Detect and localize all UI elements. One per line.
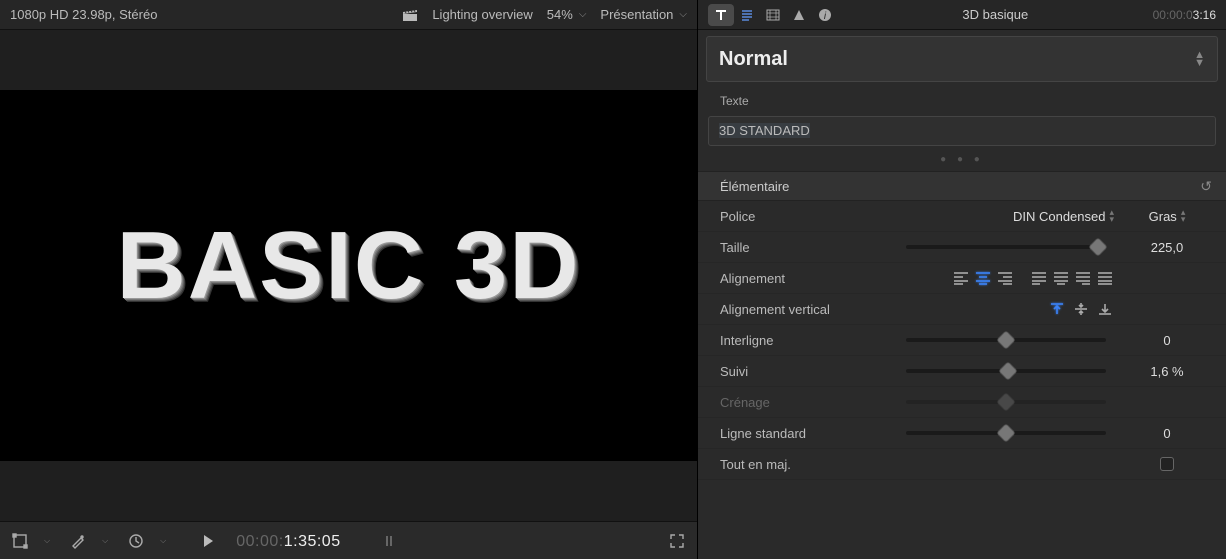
leading-value[interactable]: 0: [1122, 333, 1212, 348]
clapperboard-icon: [402, 8, 418, 22]
format-label: 1080p HD 23.98p, Stéréo: [10, 7, 157, 22]
audio-meter-icon[interactable]: [379, 531, 399, 551]
stepper-icon: ▴▾: [1109, 209, 1114, 223]
param-leading: Interligne 0: [698, 325, 1226, 356]
param-label: Alignement vertical: [720, 302, 890, 317]
param-label: Crénage: [720, 395, 890, 410]
color-tool-icon[interactable]: [68, 531, 88, 551]
param-label: Police: [720, 209, 890, 224]
valign-top-button[interactable]: [1048, 301, 1066, 317]
param-kerning: Crénage: [698, 387, 1226, 418]
baseline-value[interactable]: 0: [1122, 426, 1212, 441]
kerning-slider: [906, 400, 1106, 404]
inspector-header: i 3D basique 00:00:03:16: [698, 0, 1226, 30]
zoom-value: 54%: [547, 7, 573, 22]
align-center-button[interactable]: [974, 270, 992, 286]
viewer-pane: 1080p HD 23.98p, Stéréo Lighting overvie…: [0, 0, 698, 559]
param-vertical-alignment: Alignement vertical: [698, 294, 1226, 325]
font-weight-dropdown[interactable]: Gras ▴▾: [1122, 209, 1212, 224]
stepper-icon: ▴▾: [1181, 209, 1186, 223]
param-label: Suivi: [720, 364, 890, 379]
chevron-down-icon: ⌵: [579, 9, 587, 20]
tracking-value[interactable]: 1,6 %: [1122, 364, 1212, 379]
text-section-label: Texte: [698, 90, 1226, 112]
view-menu[interactable]: Présentation ⌵: [600, 7, 687, 22]
justify-center-button[interactable]: [1052, 270, 1070, 286]
view-menu-label: Présentation: [600, 7, 673, 22]
text-input[interactable]: 3D STANDARD: [708, 116, 1216, 146]
param-tracking: Suivi 1,6 %: [698, 356, 1226, 387]
size-slider[interactable]: [906, 245, 1106, 249]
viewer-footer: ⌵ ⌵ ⌵ 00:00:1:35:05: [0, 521, 697, 559]
param-label: Alignement: [720, 271, 890, 286]
inspector-tabs: i: [708, 4, 838, 26]
tracking-slider[interactable]: [906, 369, 1106, 373]
tab-info[interactable]: i: [812, 4, 838, 26]
justify-full-button[interactable]: [1096, 270, 1114, 286]
inspector-pane: i 3D basique 00:00:03:16 Normal ▲▼ Texte…: [698, 0, 1226, 559]
tab-paragraph[interactable]: [734, 4, 760, 26]
tab-generator[interactable]: [786, 4, 812, 26]
param-alignment: Alignement: [698, 263, 1226, 294]
param-label: Ligne standard: [720, 426, 890, 441]
chevron-down-icon: ⌵: [44, 536, 50, 546]
allcaps-checkbox[interactable]: [1160, 457, 1174, 471]
inspector-title: 3D basique: [846, 7, 1145, 22]
viewer-header: 1080p HD 23.98p, Stéréo Lighting overvie…: [0, 0, 697, 30]
text-value: 3D STANDARD: [719, 123, 810, 138]
viewer-canvas[interactable]: BASIC 3D: [0, 30, 697, 521]
retime-tool-icon[interactable]: [126, 531, 146, 551]
size-value[interactable]: 225,0: [1122, 240, 1212, 255]
valign-middle-button[interactable]: [1072, 301, 1090, 317]
param-allcaps: Tout en maj.: [698, 449, 1226, 480]
chevron-down-icon: ⌵: [160, 536, 166, 546]
valign-bottom-button[interactable]: [1096, 301, 1114, 317]
canvas-3d-title: BASIC 3D: [116, 211, 580, 321]
group-header-basic[interactable]: Élémentaire ↺: [698, 171, 1226, 201]
stepper-icon: ▲▼: [1194, 51, 1205, 67]
transform-tool-icon[interactable]: [10, 531, 30, 551]
param-label: Tout en maj.: [720, 457, 890, 472]
inspector-duration: 00:00:03:16: [1153, 8, 1216, 22]
param-list: Police DIN Condensed ▴▾ Gras ▴▾ Taille: [698, 201, 1226, 480]
param-label: Interligne: [720, 333, 890, 348]
param-label: Taille: [720, 240, 890, 255]
justify-left-button[interactable]: [1030, 270, 1048, 286]
param-font: Police DIN Condensed ▴▾ Gras ▴▾: [698, 201, 1226, 232]
play-button[interactable]: [198, 531, 218, 551]
align-right-button[interactable]: [996, 270, 1014, 286]
param-baseline: Ligne standard 0: [698, 418, 1226, 449]
fullscreen-icon[interactable]: [667, 531, 687, 551]
tab-video[interactable]: [760, 4, 786, 26]
param-size: Taille 225,0: [698, 232, 1226, 263]
align-left-button[interactable]: [952, 270, 970, 286]
text-style-preset[interactable]: Normal ▲▼: [706, 36, 1218, 82]
baseline-slider[interactable]: [906, 431, 1106, 435]
clip-name[interactable]: Lighting overview: [432, 7, 532, 22]
justify-right-button[interactable]: [1074, 270, 1092, 286]
resize-handle-icon[interactable]: ● ● ●: [698, 152, 1226, 171]
chevron-down-icon: ⌵: [102, 536, 108, 546]
style-name: Normal: [719, 48, 788, 71]
playhead-timecode[interactable]: 00:00:1:35:05: [236, 531, 340, 551]
font-family-dropdown[interactable]: DIN Condensed ▴▾: [898, 209, 1114, 224]
group-name: Élémentaire: [720, 179, 789, 194]
reset-icon[interactable]: ↺: [1200, 178, 1212, 195]
tab-text[interactable]: [708, 4, 734, 26]
leading-slider[interactable]: [906, 338, 1106, 342]
chevron-down-icon: ⌵: [679, 9, 687, 20]
zoom-menu[interactable]: 54% ⌵: [547, 7, 587, 22]
